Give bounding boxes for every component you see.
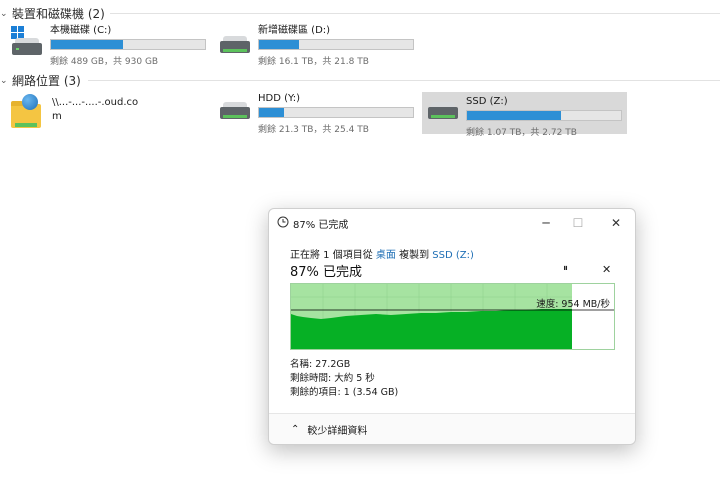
close-button[interactable]: ✕ bbox=[605, 213, 627, 233]
progress-percent-heading: 87% 已完成 bbox=[290, 265, 363, 280]
copy-source-link[interactable]: 桌面 bbox=[376, 250, 396, 261]
copy-mid: 複製到 bbox=[399, 250, 430, 261]
network-location-name: \\...-...-....-.oud.co bbox=[52, 97, 139, 108]
drive-y[interactable]: HDD (Y:) 剩餘 21.3 TB，共 25.4 TB bbox=[218, 92, 414, 135]
dialog-footer: ⌃ 較少詳細資料 bbox=[269, 413, 635, 444]
network-location-item[interactable]: \\...-...-....-.oud.co m bbox=[10, 92, 210, 132]
drive-name: 本機磁碟 (C:) bbox=[50, 25, 112, 36]
network-folder-icon bbox=[10, 94, 42, 130]
drive-c[interactable]: 本機磁碟 (C:) 剩餘 489 GB，共 930 GB bbox=[10, 24, 206, 67]
drive-usage-bar bbox=[50, 39, 206, 50]
devices-group-label: 裝置和磁碟機 (2) bbox=[12, 7, 105, 21]
drive-usage-bar bbox=[258, 39, 414, 50]
hard-disk-icon bbox=[218, 92, 252, 126]
items-remaining: 剩餘的項目: 1 (3.54 GB) bbox=[290, 387, 399, 398]
copy-prefix: 正在將 1 個項目從 bbox=[290, 250, 373, 261]
time-remaining: 剩餘時間: 大約 5 秒 bbox=[290, 373, 375, 384]
speed-area bbox=[291, 309, 572, 349]
cancel-copy-button[interactable]: ✕ bbox=[602, 263, 611, 276]
drive-name: SSD (Z:) bbox=[466, 96, 508, 107]
hard-disk-icon bbox=[426, 92, 460, 126]
devices-group-header[interactable]: ⌄ 裝置和磁碟機 (2) bbox=[0, 5, 105, 22]
hard-disk-icon bbox=[218, 24, 252, 58]
drive-usage-bar bbox=[258, 107, 414, 118]
chevron-down-icon: ⌄ bbox=[0, 8, 8, 19]
fewer-details-button[interactable]: ⌃ 較少詳細資料 bbox=[291, 422, 367, 437]
clock-icon bbox=[277, 216, 289, 228]
chevron-up-icon: ⌃ bbox=[291, 424, 300, 435]
drive-name: 新增磁碟區 (D:) bbox=[258, 25, 331, 36]
drive-d[interactable]: 新增磁碟區 (D:) 剩餘 16.1 TB，共 21.8 TB bbox=[218, 24, 414, 67]
drive-z[interactable]: SSD (Z:) 剩餘 1.07 TB，共 2.72 TB bbox=[422, 92, 627, 138]
hard-disk-icon bbox=[10, 24, 44, 58]
fewer-details-label: 較少詳細資料 bbox=[307, 426, 368, 437]
drive-free-space: 剩餘 1.07 TB，共 2.72 TB bbox=[466, 128, 577, 138]
copy-description: 正在將 1 個項目從 桌面 複製到 SSD (Z:) bbox=[290, 246, 474, 261]
network-group-label: 網路位置 (3) bbox=[12, 74, 81, 88]
speed-chart bbox=[291, 284, 614, 349]
pause-button[interactable]: ⏸ bbox=[563, 263, 568, 274]
maximize-button[interactable]: ☐ bbox=[567, 213, 589, 233]
network-group-divider bbox=[88, 80, 720, 81]
drive-name: HDD (Y:) bbox=[258, 93, 301, 104]
transfer-speed-graph: 速度: 954 MB/秒 bbox=[290, 283, 615, 350]
network-location-name-wrap: m bbox=[52, 111, 62, 122]
item-name: 名稱: 27.2GB bbox=[290, 359, 351, 370]
dialog-titlebar[interactable]: 87% 已完成 ─ ☐ ✕ bbox=[269, 209, 635, 237]
dialog-title: 87% 已完成 bbox=[293, 220, 349, 231]
minimize-button[interactable]: ─ bbox=[535, 213, 557, 233]
drive-free-space: 剩餘 21.3 TB，共 25.4 TB bbox=[258, 125, 369, 135]
copy-destination-link[interactable]: SSD (Z:) bbox=[432, 250, 474, 261]
network-group-header[interactable]: ⌄ 網路位置 (3) bbox=[0, 72, 81, 89]
drive-free-space: 剩餘 16.1 TB，共 21.8 TB bbox=[258, 57, 369, 67]
devices-group-divider bbox=[110, 13, 720, 14]
drive-free-space: 剩餘 489 GB，共 930 GB bbox=[50, 57, 159, 67]
speed-label: 速度: 954 MB/秒 bbox=[536, 299, 610, 310]
drive-usage-bar bbox=[466, 110, 622, 121]
copy-progress-dialog: 87% 已完成 ─ ☐ ✕ 正在將 1 個項目從 桌面 複製到 SSD (Z:)… bbox=[268, 208, 636, 445]
chevron-down-icon: ⌄ bbox=[0, 75, 8, 86]
